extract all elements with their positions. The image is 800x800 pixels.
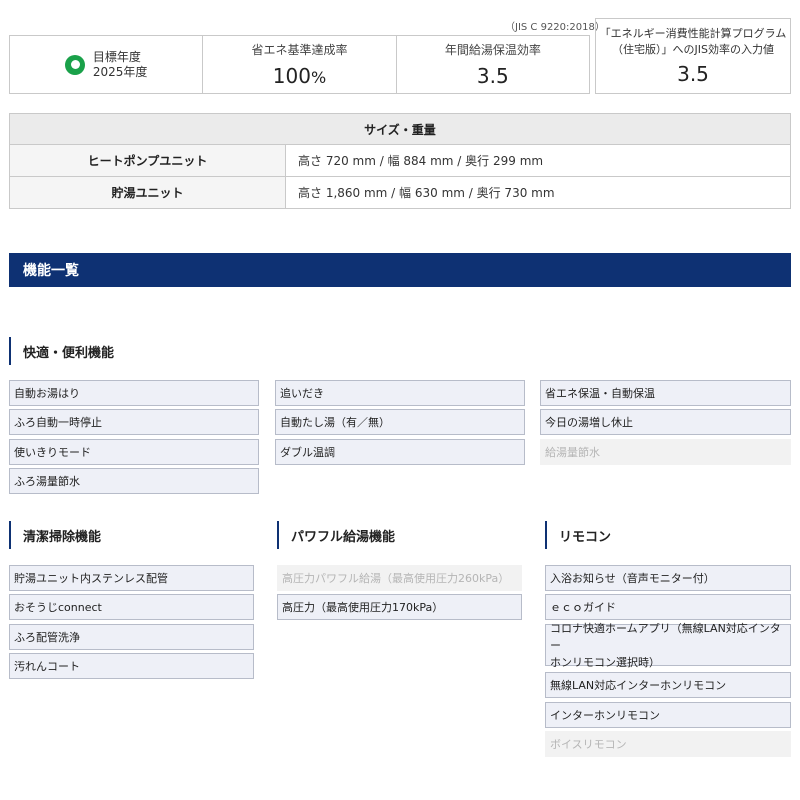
target-year-cell: 目標年度 2025年度 xyxy=(10,36,204,93)
feature-item: 貯湯ユニット内ステンレス配管 xyxy=(9,565,254,591)
row-value: 高さ 1,860 mm / 幅 630 mm / 奥行 730 mm xyxy=(285,176,791,209)
target-year-label: 目標年度 xyxy=(92,49,141,64)
feature-item: ふろ配管洗浄 xyxy=(9,624,254,650)
achievement-label: 省エネ基準達成率 xyxy=(251,43,348,57)
feature-item-line: コロナ快適ホームアプリ（無線LAN対応インター xyxy=(550,621,781,652)
feature-item: 入浴お知らせ（音声モニター付） xyxy=(545,565,791,591)
feature-item: 自動たし湯（有／無） xyxy=(275,409,525,435)
feature-item: 今日の湯増し休止 xyxy=(540,409,791,435)
achievement-value: 100 xyxy=(272,64,311,88)
feature-item: 自動お湯はり xyxy=(9,380,259,406)
features-banner: 機能一覧 xyxy=(9,253,791,287)
feature-item: 追いだき xyxy=(275,380,525,406)
section-title-power: パワフル給湯機能 xyxy=(277,521,395,549)
feature-item: インターホンリモコン xyxy=(545,702,791,728)
efficiency-cell: 年間給湯保温効率 3.5 xyxy=(397,36,589,93)
feature-item: 省エネ保温・自動保温 xyxy=(540,380,791,406)
feature-item: おそうじconnect xyxy=(9,594,254,620)
achievement-unit: % xyxy=(310,68,327,87)
efficiency-value: 3.5 xyxy=(476,64,509,88)
target-year-value: 2025年度 xyxy=(92,64,148,79)
feature-item: ふろ湯量節水 xyxy=(9,468,259,494)
feature-item: 無線LAN対応インターホンリモコン xyxy=(545,672,791,698)
feature-item: 汚れんコート xyxy=(9,653,254,679)
program-value: 3.5 xyxy=(677,62,709,86)
feature-item: ｅｃｏガイド xyxy=(545,594,791,620)
feature-item-unavailable: 高圧力パワフル給湯（最高使用圧力260kPa） xyxy=(277,565,522,591)
program-note-line1: 「エネルギー消費性能計算プログラム xyxy=(599,27,787,40)
section-title-comfort: 快適・便利機能 xyxy=(9,337,114,365)
eco-mark-icon xyxy=(64,54,85,75)
feature-item: コロナ快適ホームアプリ（無線LAN対応インター ホンリモコン選択時） xyxy=(545,622,791,669)
row-label: 貯湯ユニット xyxy=(9,176,286,209)
section-title-remote: リモコン xyxy=(545,521,611,549)
feature-item-unavailable: ボイスリモコン xyxy=(545,731,791,757)
feature-item: 高圧力（最高使用圧力170kPa） xyxy=(277,594,522,620)
size-table: サイズ・重量 ヒートポンプユニット 高さ 720 mm / 幅 884 mm /… xyxy=(9,113,791,209)
section-title-clean: 清潔掃除機能 xyxy=(9,521,101,549)
feature-item-line: ホンリモコン選択時） xyxy=(550,655,660,669)
program-note-line2: （住宅版）」へのJIS効率の入力値 xyxy=(612,43,774,56)
feature-item: ダブル温調 xyxy=(275,439,525,465)
row-value: 高さ 720 mm / 幅 884 mm / 奥行 299 mm xyxy=(285,144,791,177)
size-table-header: サイズ・重量 xyxy=(9,113,791,145)
feature-item: ふろ自動一時停止 xyxy=(9,409,259,435)
efficiency-label: 年間給湯保温効率 xyxy=(444,43,541,57)
table-row: ヒートポンプユニット 高さ 720 mm / 幅 884 mm / 奥行 299… xyxy=(9,144,791,177)
feature-item: 使いきりモード xyxy=(9,439,259,465)
table-row: 貯湯ユニット 高さ 1,860 mm / 幅 630 mm / 奥行 730 m… xyxy=(9,176,791,209)
program-input-box: 「エネルギー消費性能計算プログラム （住宅版）」へのJIS効率の入力値 3.5 xyxy=(595,18,791,94)
row-label: ヒートポンプユニット xyxy=(9,144,286,177)
jis-note: （JIS C 9220:2018） xyxy=(505,22,605,33)
spec-summary: 目標年度 2025年度 省エネ基準達成率 100% 年間給湯保温効率 3.5 xyxy=(9,35,590,94)
feature-item-unavailable: 給湯量節水 xyxy=(540,439,791,465)
achievement-cell: 省エネ基準達成率 100% xyxy=(203,36,397,93)
